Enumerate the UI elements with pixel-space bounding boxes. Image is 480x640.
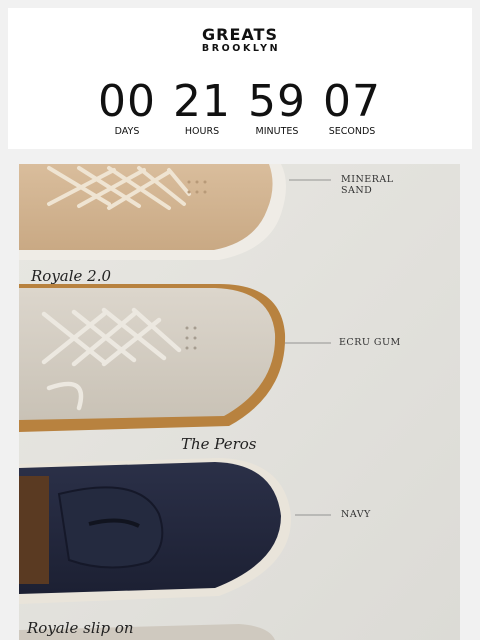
- countdown-days-label: DAYS: [114, 126, 140, 137]
- sneakers-illustration: [19, 164, 460, 640]
- countdown-seconds-value: 07: [323, 76, 381, 127]
- brand-logo[interactable]: GREATS BROOKLYN: [8, 26, 472, 54]
- countdown-minutes-value: 59: [248, 76, 306, 127]
- countdown-days: 00 DAYS: [85, 78, 169, 138]
- countdown-hours-value: 21: [173, 76, 231, 127]
- countdown-days-value: 00: [98, 76, 156, 127]
- model-name-royale: Royale 2.0: [31, 267, 112, 285]
- model-name-peros: The Peros: [181, 435, 257, 453]
- countdown-minutes: 59 MINUTES: [235, 78, 319, 138]
- shoe-mineral-sand: [19, 164, 286, 260]
- countdown-seconds: 07 SECONDS: [310, 78, 394, 138]
- shoe-ecru-gum: [19, 284, 286, 432]
- brand-logo-line1: GREATS: [202, 25, 278, 44]
- colour-label-mineral-sand: MINERAL SAND: [341, 174, 394, 196]
- countdown-hours: 21 HOURS: [160, 78, 244, 138]
- colour-label-mineral-sand-line1: MINERAL: [341, 174, 394, 185]
- brand-logo-line2: BROOKLYN: [201, 43, 281, 54]
- header-card: GREATS BROOKLYN 00 DAYS 21 HOURS 59 MINU…: [8, 8, 472, 149]
- countdown-seconds-label: SECONDS: [328, 126, 376, 137]
- hero-product-image[interactable]: MINERAL SAND ECRU GUM NAVY Royale 2.0 Th…: [19, 164, 460, 640]
- colour-label-navy: NAVY: [341, 509, 371, 520]
- countdown-hours-label: HOURS: [184, 126, 220, 137]
- colour-label-ecru-gum: ECRU GUM: [339, 337, 401, 348]
- countdown-timer: 00 DAYS 21 HOURS 59 MINUTES 07 SECONDS: [8, 78, 472, 142]
- model-name-royale-slip-on: Royale slip on: [27, 619, 134, 637]
- colour-label-mineral-sand-line2: SAND: [341, 185, 373, 196]
- countdown-minutes-label: MINUTES: [255, 126, 299, 137]
